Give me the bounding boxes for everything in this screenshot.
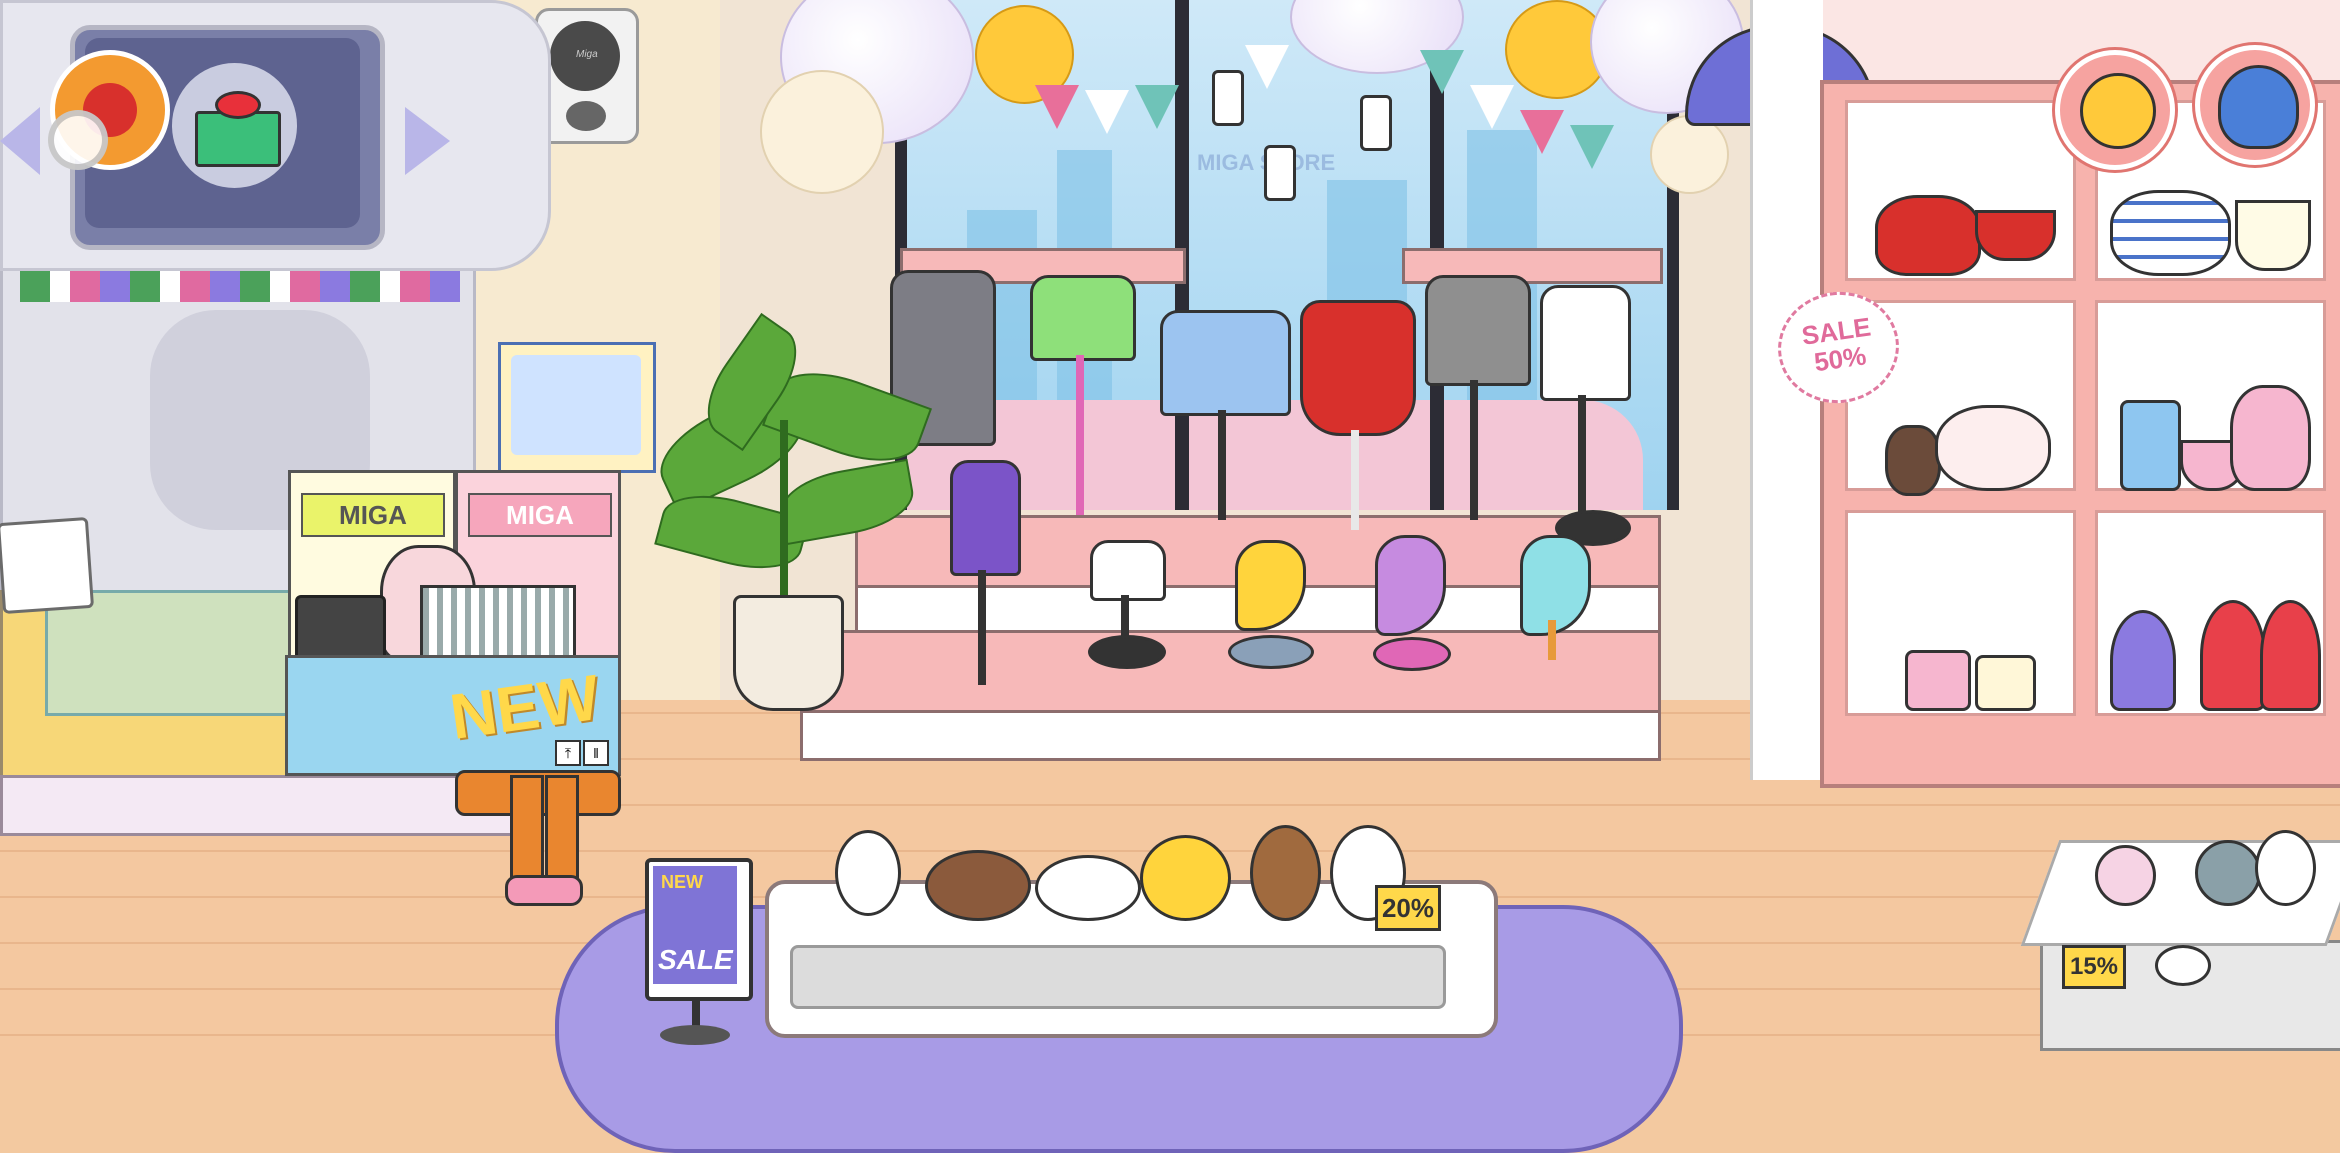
- red-teapot[interactable]: [1875, 195, 1981, 276]
- instructions-poster: [498, 342, 656, 473]
- mannequin-stand: [1351, 430, 1359, 530]
- pink-teapot[interactable]: [2230, 385, 2311, 491]
- red-fan[interactable]: [2260, 600, 2321, 711]
- bunting-flag: [1570, 125, 1614, 169]
- pig-teapot[interactable]: [1935, 405, 2051, 491]
- rainbow-toy[interactable]: [2155, 945, 2211, 986]
- dotted-mug[interactable]: [1975, 655, 2036, 711]
- blue-hair-face-icon: [2218, 65, 2299, 149]
- pearl-balloon: [1650, 115, 1729, 194]
- plant-stem: [780, 420, 788, 605]
- pink-mug[interactable]: [1905, 650, 1971, 711]
- character-leg[interactable]: [510, 775, 544, 891]
- red-teacup[interactable]: [1975, 210, 2056, 261]
- tshirt-mannequin[interactable]: [1090, 540, 1166, 601]
- mannequin-stand: [1470, 380, 1478, 520]
- sale-sign-panel: NEW SALE: [653, 866, 737, 984]
- penguin-plush[interactable]: [835, 830, 901, 916]
- white-teacup[interactable]: [2235, 200, 2311, 271]
- mannequin-stand: [1076, 355, 1084, 515]
- price-tag-value: 20%: [1381, 893, 1435, 923]
- mannequin-base: [1228, 635, 1314, 669]
- white-shirt-mannequin[interactable]: [1540, 285, 1631, 401]
- rainbow-dress-mannequin[interactable]: [950, 460, 1021, 576]
- bunting-flag: [1520, 110, 1564, 154]
- smile-emoji-icon[interactable]: [2055, 50, 2175, 170]
- mannequin-base: [1373, 637, 1451, 671]
- blue-hair-avatar-icon[interactable]: [2195, 45, 2315, 165]
- carton-label: MIGA: [301, 493, 445, 537]
- display-stage-step: [800, 630, 1661, 716]
- purple-fan[interactable]: [2110, 610, 2176, 711]
- mannequin-stand: [1578, 395, 1586, 515]
- next-arrow-icon[interactable]: [405, 107, 450, 175]
- gift-box-icon: [195, 111, 281, 167]
- mannequin-stand: [1548, 620, 1556, 660]
- plant-pot[interactable]: [733, 595, 844, 711]
- teddy-bear-plush[interactable]: [1250, 825, 1321, 921]
- white-plush[interactable]: [2255, 830, 2316, 906]
- bench-shelf: [790, 945, 1446, 1009]
- flower-vase[interactable]: [1885, 425, 1941, 496]
- carton-label: MIGA: [468, 493, 612, 537]
- pearl-balloon: [760, 70, 884, 194]
- price-tag-value: 15%: [2069, 953, 2119, 980]
- bunting-flag: [1245, 45, 1289, 89]
- bunting-flag: [1420, 50, 1464, 94]
- red-fan[interactable]: [2200, 600, 2266, 711]
- character-leg[interactable]: [545, 775, 579, 891]
- display-stage-step-front: [800, 710, 1661, 761]
- red-dress-mannequin[interactable]: [1300, 300, 1416, 436]
- drag-handle[interactable]: [48, 110, 108, 170]
- hanging-light-icon: [1212, 70, 1244, 126]
- price-tag-20: 20%: [1375, 885, 1441, 931]
- grey-bear-plush[interactable]: [2195, 840, 2261, 906]
- mannequin-base: [1088, 635, 1166, 669]
- speaker-tweeter-icon: [566, 101, 606, 131]
- tulip-bouquet[interactable]: [2095, 845, 2156, 906]
- brown-puppy-plush[interactable]: [925, 850, 1031, 921]
- mannequin-stand: [978, 570, 986, 685]
- pause-icon[interactable]: ‖: [583, 740, 609, 766]
- sale-sign-sale: SALE: [658, 944, 733, 975]
- blue-cups[interactable]: [2120, 400, 2181, 491]
- emoji-face-icon: [2080, 73, 2156, 149]
- blue-plate-stack[interactable]: [2110, 190, 2231, 276]
- hanging-light-icon: [1360, 95, 1392, 151]
- selected-item-slot[interactable]: [172, 63, 297, 188]
- prev-arrow-icon[interactable]: [0, 107, 40, 175]
- notepad[interactable]: [0, 516, 95, 615]
- mannequin-stand: [1218, 410, 1226, 520]
- bunny-plush[interactable]: [1035, 855, 1141, 921]
- hanging-light-icon: [1264, 145, 1296, 201]
- speaker-label: Miga: [576, 49, 598, 60]
- bunting-flag: [1135, 85, 1179, 129]
- blue-jacket-mannequin[interactable]: [1160, 310, 1291, 416]
- poster-diagram: [511, 355, 641, 455]
- character-shoes: [505, 875, 583, 906]
- price-tag-15: 15%: [2062, 945, 2126, 989]
- counter-base: [0, 775, 521, 836]
- green-shirt-mannequin[interactable]: [1030, 275, 1136, 361]
- rotate-icon[interactable]: ⤒: [555, 740, 581, 766]
- bunting-flag: [1035, 85, 1079, 129]
- bunting-flag: [1085, 90, 1129, 134]
- sale-sticker-text: SALE 50%: [1777, 309, 1899, 380]
- sale-sign-new: NEW: [661, 872, 703, 892]
- black-bag[interactable]: [295, 595, 386, 661]
- shopping-basket[interactable]: [420, 585, 576, 661]
- bunting-flag: [1470, 85, 1514, 129]
- gift-bow-icon: [215, 91, 261, 119]
- duck-plush[interactable]: [1140, 835, 1231, 921]
- grey-coat-mannequin[interactable]: [1425, 275, 1531, 386]
- sign-base: [660, 1025, 730, 1045]
